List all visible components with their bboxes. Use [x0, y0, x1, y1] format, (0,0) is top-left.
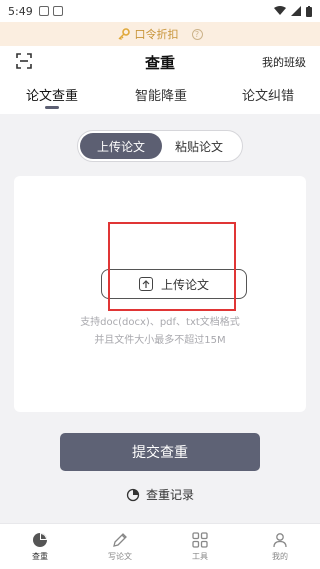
size-hint: 并且文件大小最多不超过15M: [94, 335, 226, 346]
status-right: [274, 5, 312, 17]
key-icon: [118, 28, 130, 40]
check-record-label: 查重记录: [145, 488, 194, 502]
nav-check[interactable]: 查重: [0, 524, 80, 569]
pie-chart-icon: [126, 488, 140, 501]
status-bar: 5:49: [0, 0, 320, 22]
wifi-icon: [274, 6, 286, 15]
help-icon[interactable]: ?: [191, 28, 203, 40]
tab-bar: 论文查重 智能降重 论文纠错: [0, 78, 320, 114]
nav-label: 写论文: [108, 552, 132, 561]
promo-text: 口令折扣: [134, 28, 179, 41]
status-time: 5:49: [8, 4, 33, 18]
tab-paper-check[interactable]: 论文查重: [26, 85, 78, 104]
my-class-link[interactable]: 我的班级: [262, 54, 306, 70]
notification-icon: [38, 6, 49, 16]
check-record-link[interactable]: 查重记录: [0, 486, 320, 503]
pen-icon: [113, 533, 127, 547]
promo-banner[interactable]: 口令折扣 ?: [0, 22, 320, 46]
segment-upload-paper[interactable]: 上传论文: [80, 133, 162, 159]
nav-tools[interactable]: 工具: [160, 524, 240, 569]
notification-icon-2: [52, 6, 63, 16]
tab-indicator: [45, 106, 59, 109]
nav-label: 我的: [272, 552, 288, 561]
submit-check-button[interactable]: 提交查重: [60, 433, 260, 471]
bottom-nav: 查重 写论文 工具 我的: [0, 523, 320, 569]
nav-write-paper[interactable]: 写论文: [80, 524, 160, 569]
grid-icon: [192, 532, 208, 548]
header: 查重 我的班级: [0, 46, 320, 78]
upload-paper-button[interactable]: 上传论文: [101, 269, 247, 299]
battery-icon: [306, 5, 312, 17]
nav-label: 查重: [32, 552, 48, 561]
segment-paste-paper[interactable]: 粘贴论文: [162, 133, 236, 159]
tab-paper-correct[interactable]: 论文纠错: [242, 85, 294, 104]
nav-mine[interactable]: 我的: [240, 524, 320, 569]
signal-icon: [291, 6, 301, 16]
pie-chart-icon: [33, 533, 47, 547]
tab-smart-reduce[interactable]: 智能降重: [135, 85, 187, 104]
upload-icon: [138, 277, 153, 291]
format-hint: 支持doc(docx)、pdf、txt文档格式: [80, 317, 240, 328]
upload-mode-toggle: 上传论文 粘贴论文: [77, 130, 243, 162]
person-icon: [273, 533, 287, 548]
nav-label: 工具: [192, 552, 208, 561]
upload-button-label: 上传论文: [160, 277, 209, 292]
upload-card: 上传论文 支持doc(docx)、pdf、txt文档格式 并且文件大小最多不超过…: [14, 176, 306, 412]
